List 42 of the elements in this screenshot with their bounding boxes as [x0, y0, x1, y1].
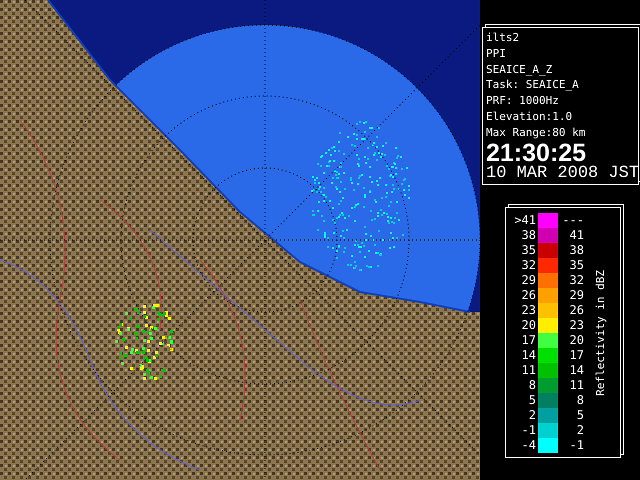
info-text: PPI	[486, 46, 507, 62]
info-text: ilts2	[486, 30, 520, 46]
info-text: PRF: 1000Hz	[486, 93, 560, 109]
legend-label: 32	[568, 273, 585, 288]
legend-label: 8	[528, 378, 537, 392]
legend-label: 26	[520, 288, 537, 302]
legend-label: 29	[520, 273, 537, 288]
legend-label: 26	[568, 303, 585, 318]
legend-label: 20	[568, 333, 585, 348]
legend-label: 17	[520, 333, 537, 348]
legend-label: 20	[520, 318, 537, 332]
legend-label: 23	[568, 318, 585, 332]
legend-label: -4	[520, 438, 537, 452]
legend-label: 23	[520, 303, 537, 318]
legend-label: ---	[561, 213, 585, 228]
legend-label: 5	[576, 408, 585, 422]
legend-label: 2	[576, 423, 585, 438]
legend-label: 38	[520, 228, 537, 242]
legend-title: Reflectivity in dBZ	[594, 270, 607, 396]
legend-label: 14	[520, 348, 537, 362]
time-text: 21:30:25	[486, 140, 586, 165]
legend-label: 11	[520, 363, 537, 378]
legend-label: 8	[576, 393, 585, 408]
legend-label: 35	[520, 243, 537, 258]
info-text: Task: SEAICE_A	[486, 77, 580, 94]
info-text: SEAICE_A_Z	[486, 62, 554, 78]
info-text: Max Range:80 km	[486, 124, 586, 141]
legend-label: 2	[528, 408, 537, 422]
legend-label: -1	[520, 423, 537, 438]
legend-label: 41	[568, 228, 585, 242]
legend-label: 32	[520, 258, 537, 272]
legend-label: >41	[513, 213, 537, 228]
legend-label: -1	[568, 438, 585, 452]
legend-label: 14	[568, 363, 585, 378]
legend-label: 5	[528, 393, 537, 408]
date-text: 10 MAR 2008 JST	[486, 164, 636, 183]
legend-label: 17	[568, 348, 585, 362]
info-text: Elevation:1.0	[486, 108, 574, 125]
legend-label: 38	[568, 243, 585, 258]
legend-label: 35	[568, 258, 585, 272]
legend-label: 29	[568, 288, 585, 302]
legend-label: 11	[568, 378, 585, 392]
